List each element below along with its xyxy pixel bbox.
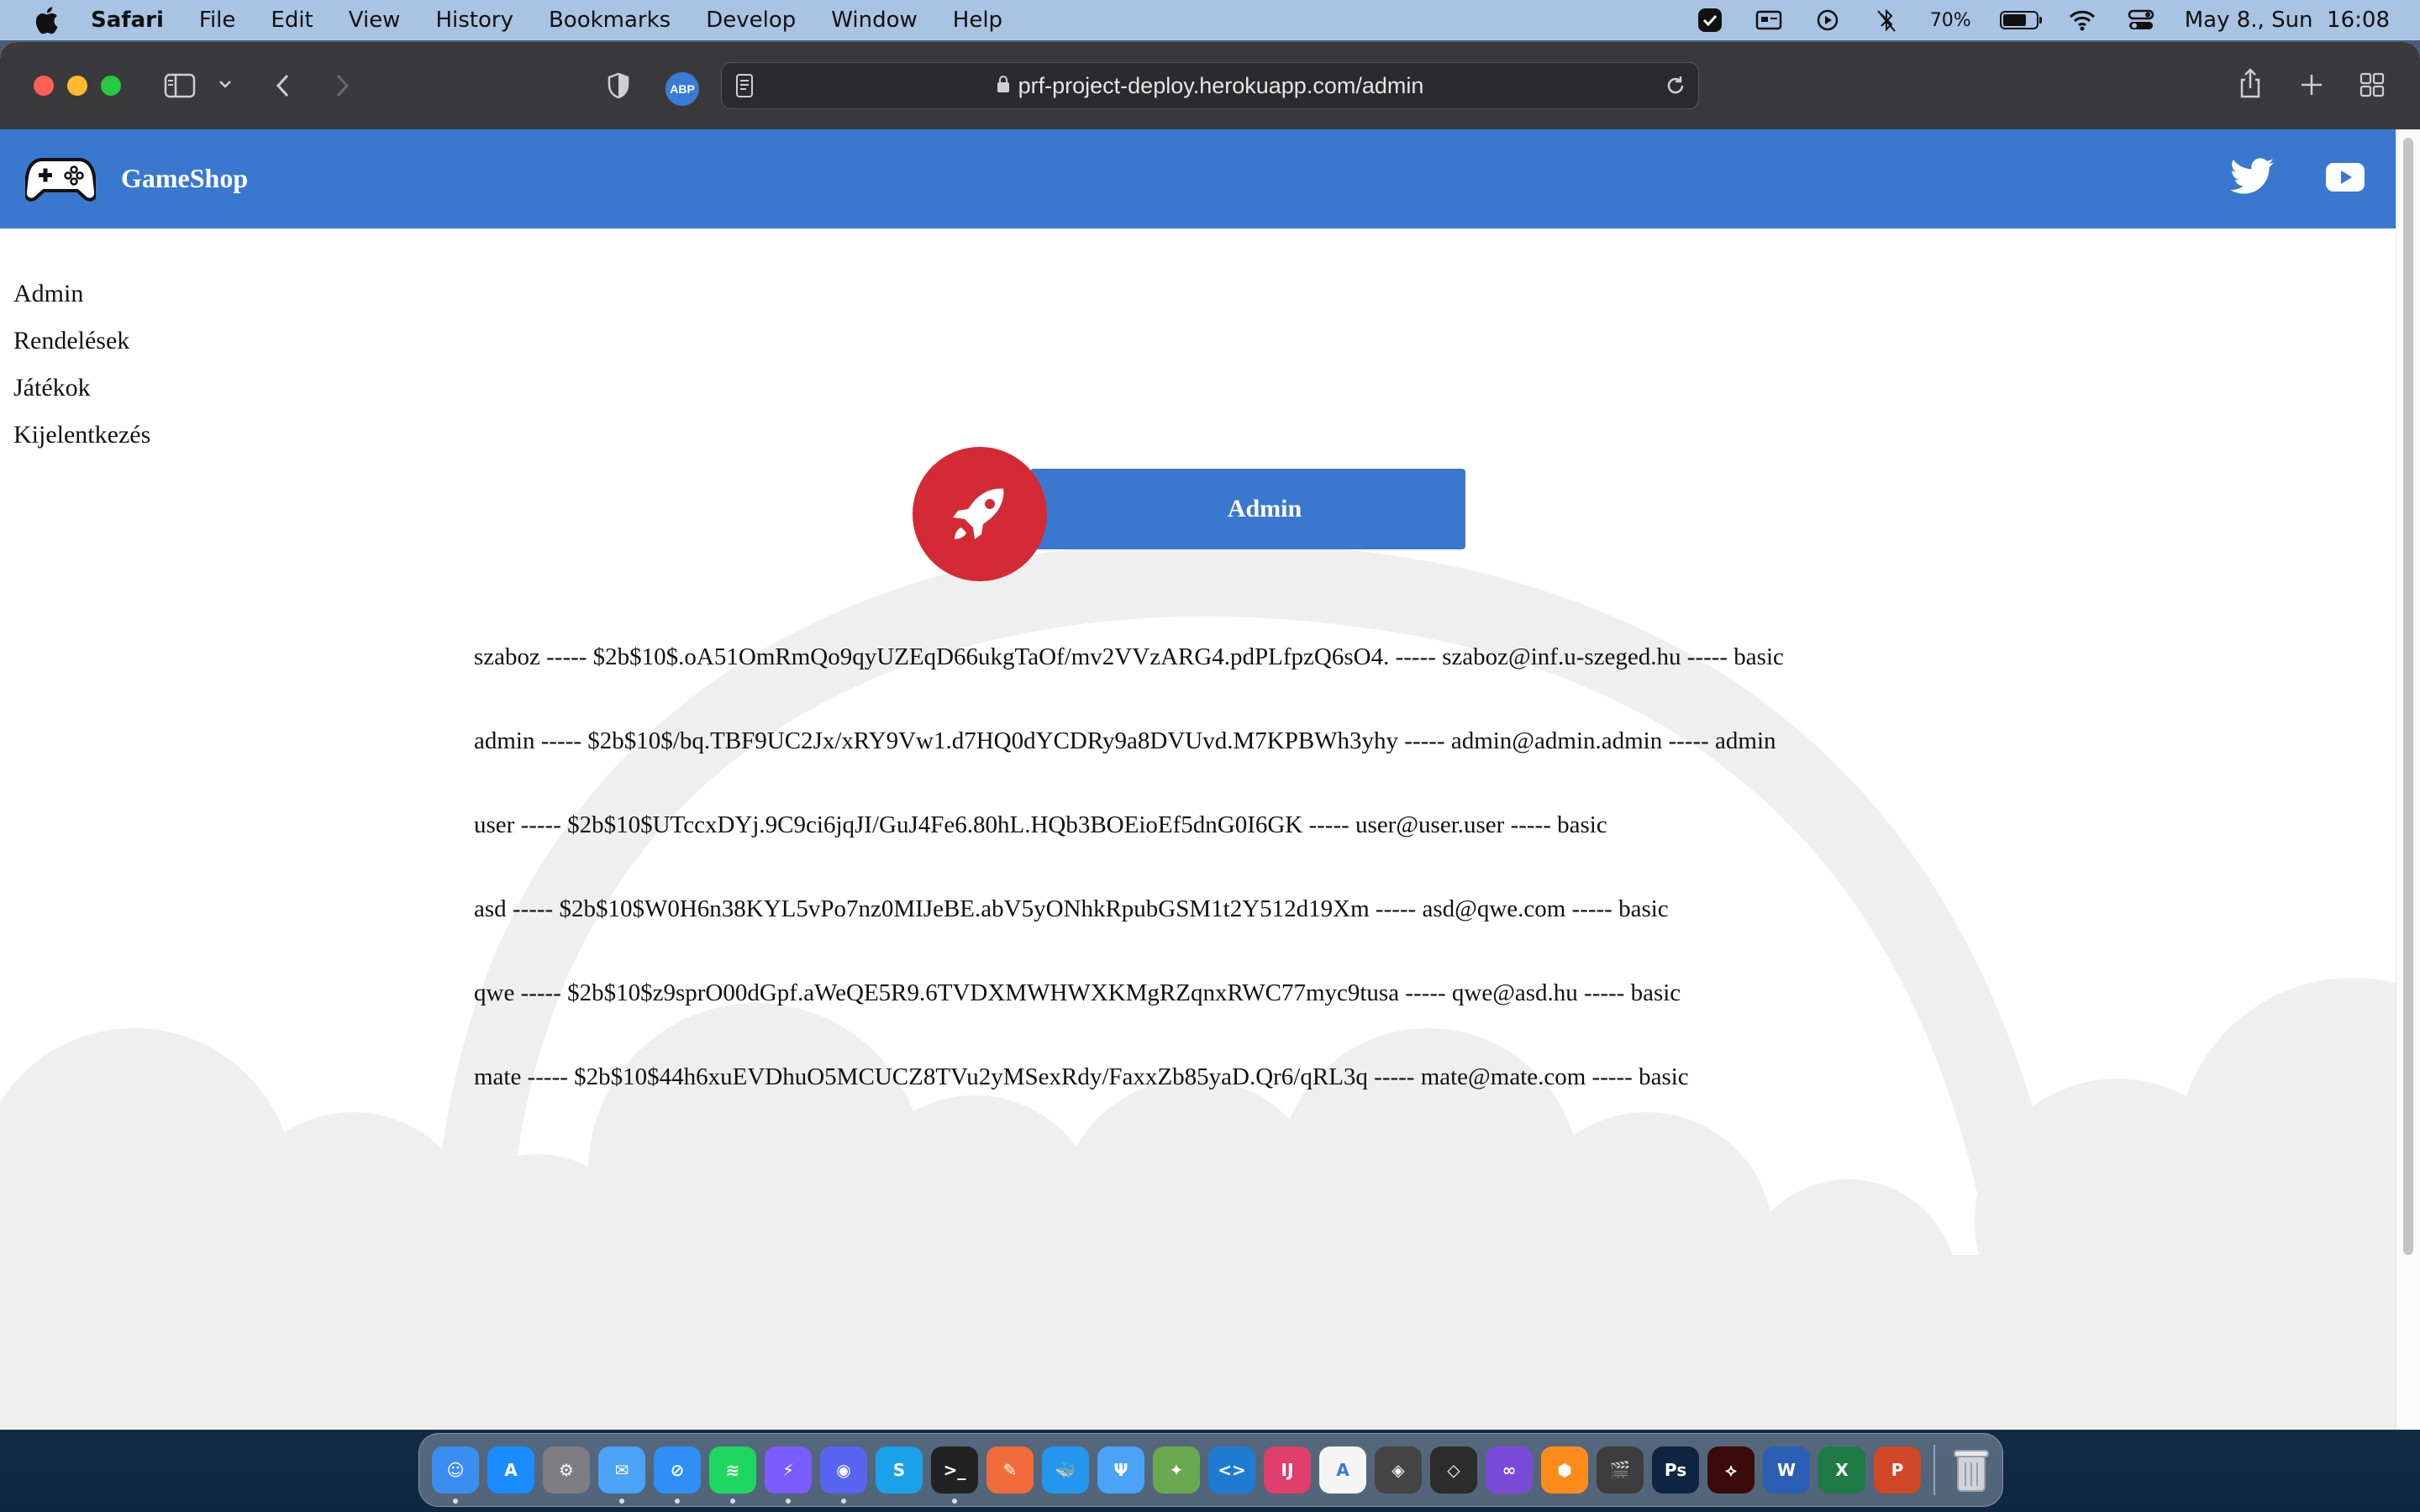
- admin-title: Admin: [1030, 469, 1465, 549]
- menu-file[interactable]: File: [199, 8, 236, 33]
- dock-finder-icon[interactable]: ☺: [432, 1446, 479, 1504]
- reader-icon[interactable]: [735, 73, 754, 104]
- bluetooth-off-icon[interactable]: [1871, 8, 1902, 33]
- side-navigation: Admin Rendelések Játékok Kijelentkezés: [13, 270, 150, 459]
- apple-icon[interactable]: [30, 4, 62, 36]
- admin-header: Admin: [913, 447, 1467, 581]
- user-row: szaboz ----- $2b$10$.oA51OmRmQo9qyUZEqD6…: [474, 643, 1784, 670]
- dock-mail-icon[interactable]: ✉: [598, 1446, 645, 1504]
- dock-separator: [1933, 1445, 1935, 1495]
- url-text: prf-project-deploy.herokuapp.com/admin: [1018, 72, 1424, 98]
- dock-fork-icon[interactable]: Ψ: [1097, 1446, 1144, 1494]
- dock-intellij-icon[interactable]: IJ: [1264, 1446, 1311, 1494]
- control-center-icon[interactable]: [2126, 8, 2156, 33]
- menubar-clock[interactable]: May 8., Sun 16:08: [2185, 8, 2390, 33]
- dock-skype-icon[interactable]: S: [876, 1446, 923, 1494]
- dock-vscode-icon[interactable]: <>: [1208, 1446, 1255, 1494]
- dock-acrobat-icon[interactable]: ⟡: [1707, 1446, 1754, 1494]
- dock-trash-icon[interactable]: [1948, 1446, 1995, 1494]
- dock-discord-icon[interactable]: ◉: [820, 1446, 867, 1504]
- user-row: qwe ----- $2b$10$z9sprO00dGpf.aWeQE5R9.6…: [474, 979, 1681, 1006]
- menu-view[interactable]: View: [349, 8, 401, 33]
- dock: ☺ A ⚙ ✉ ⊘ ≋ ⚡ ◉ S >_ ✎ 🐳 Ψ ✦ <> IJ A ◈ ◇ ∞ ⬢ 🎬 Ps ⟡ W X P: [418, 1433, 2003, 1507]
- address-bar[interactable]: prf-project-deploy.herokuapp.com/admin: [721, 62, 1699, 109]
- brand-name[interactable]: GameShop: [121, 163, 248, 194]
- browser-toolbar: ABP prf-project-deploy.herokuapp.com/adm…: [0, 42, 2420, 131]
- battery-percent: 70%: [1929, 9, 1971, 31]
- screen-icon[interactable]: [1754, 8, 1784, 33]
- web-page: GameShop Admin Rendelések Játékok Kijele…: [0, 129, 2396, 1430]
- dock-powerpoint-icon[interactable]: P: [1874, 1446, 1921, 1494]
- play-circle-icon[interactable]: [1812, 8, 1843, 33]
- menu-help[interactable]: Help: [953, 8, 1002, 33]
- dock-word-icon[interactable]: W: [1763, 1446, 1810, 1494]
- nav-link-orders[interactable]: Rendelések: [13, 318, 150, 365]
- new-tab-icon[interactable]: [2297, 71, 2326, 99]
- twitter-icon[interactable]: [2230, 158, 2274, 199]
- user-row: admin ----- $2b$10$/bq.TBF9UC2Jx/xRY9Vw1…: [474, 727, 1776, 754]
- dock-excel-icon[interactable]: X: [1818, 1446, 1865, 1494]
- page-scrollbar[interactable]: [2396, 129, 2420, 1430]
- dock-app-store-icon[interactable]: A: [487, 1446, 534, 1494]
- privacy-shield-icon[interactable]: [603, 69, 634, 102]
- wifi-icon[interactable]: [2067, 8, 2097, 33]
- rocket-icon: [913, 447, 1047, 581]
- sidebar-toggle-icon[interactable]: [163, 71, 197, 101]
- dock-final-cut-icon[interactable]: 🎬: [1597, 1446, 1644, 1494]
- battery-icon[interactable]: [1999, 11, 2042, 29]
- dock-swift-playgrounds-icon[interactable]: ✎: [986, 1446, 1034, 1494]
- menu-develop[interactable]: Develop: [706, 8, 796, 33]
- user-row: user ----- $2b$10$UTccxDYj.9C9ci6jqJI/Gu…: [474, 811, 1607, 838]
- menu-safari[interactable]: Safari: [91, 8, 164, 33]
- gamepad-icon[interactable]: [23, 155, 98, 209]
- close-window-button[interactable]: [34, 76, 54, 96]
- dock-photoshop-icon[interactable]: Ps: [1652, 1446, 1699, 1494]
- tab-overview-icon[interactable]: [2358, 71, 2386, 99]
- user-list: szaboz ----- $2b$10$.oA51OmRmQo9qyUZEqD6…: [474, 615, 1784, 1119]
- chevron-down-icon[interactable]: [215, 74, 235, 94]
- nav-link-admin[interactable]: Admin: [13, 270, 150, 318]
- safari-window: ABP prf-project-deploy.herokuapp.com/adm…: [0, 42, 2420, 1430]
- menu-edit[interactable]: Edit: [271, 8, 313, 33]
- reload-icon[interactable]: [1665, 75, 1686, 102]
- scrollbar-thumb[interactable]: [2403, 138, 2413, 1255]
- dock-android-studio-icon[interactable]: A: [1319, 1446, 1366, 1494]
- forward-icon[interactable]: [329, 69, 355, 102]
- dock-safari-icon[interactable]: ⊘: [654, 1446, 701, 1504]
- dock-spotify-icon[interactable]: ≋: [709, 1446, 756, 1504]
- menu-history[interactable]: History: [435, 8, 513, 33]
- dock-terminal-icon[interactable]: >_: [931, 1446, 978, 1504]
- dock-messenger-icon[interactable]: ⚡: [765, 1446, 812, 1504]
- dock-sourcetree-alt-icon[interactable]: ⬢: [1541, 1446, 1588, 1494]
- dock-unity-hub-icon[interactable]: ◇: [1430, 1446, 1477, 1494]
- menu-bar: Safari File Edit View History Bookmarks …: [0, 0, 2420, 40]
- back-icon[interactable]: [271, 69, 296, 102]
- dock-visual-studio-icon[interactable]: ∞: [1486, 1446, 1533, 1494]
- youtube-icon[interactable]: [2326, 163, 2365, 196]
- menu-window[interactable]: Window: [831, 8, 918, 33]
- nav-link-logout[interactable]: Kijelentkezés: [13, 412, 150, 459]
- user-row: mate ----- $2b$10$44h6xuEVDhuO5MCUCZ8TVu…: [474, 1063, 1689, 1090]
- dock-unity-icon[interactable]: ◈: [1375, 1446, 1422, 1494]
- share-icon[interactable]: [2235, 66, 2265, 102]
- nav-link-games[interactable]: Játékok: [13, 365, 150, 412]
- site-navbar: GameShop: [0, 129, 2396, 228]
- zoom-window-button[interactable]: [101, 76, 121, 96]
- checkmark-app-icon[interactable]: [1695, 8, 1725, 33]
- user-row: asd ----- $2b$10$W0H6n38KYL5vPo7nz0MIJeB…: [474, 895, 1669, 922]
- menu-bookmarks[interactable]: Bookmarks: [549, 8, 671, 33]
- dock-system-preferences-icon[interactable]: ⚙: [543, 1446, 590, 1494]
- dock-sourcetree-icon[interactable]: ✦: [1153, 1446, 1200, 1494]
- minimize-window-button[interactable]: [67, 76, 87, 96]
- adblock-plus-button[interactable]: ABP: [666, 72, 699, 106]
- dock-docker-icon[interactable]: 🐳: [1042, 1446, 1089, 1494]
- lock-icon: [997, 73, 1010, 99]
